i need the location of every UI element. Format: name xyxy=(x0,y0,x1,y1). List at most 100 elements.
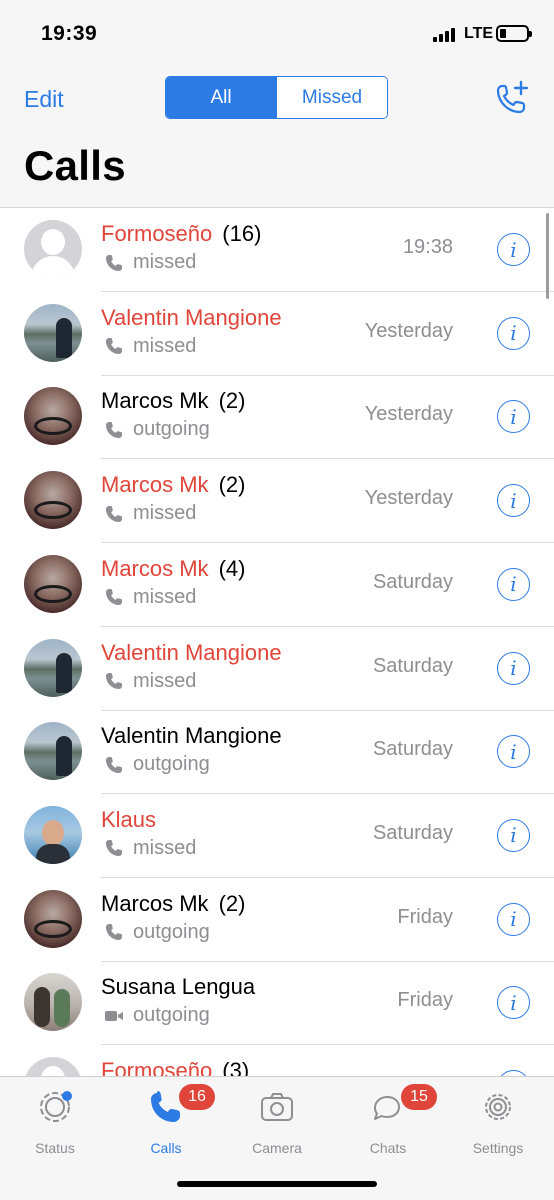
avatar[interactable] xyxy=(24,303,82,362)
phone-call-icon xyxy=(104,504,124,524)
segment-missed[interactable]: Missed xyxy=(276,77,387,118)
info-icon[interactable]: i xyxy=(497,233,530,266)
contact-name: Formoseño xyxy=(101,1058,213,1076)
video-call-icon xyxy=(104,1006,124,1026)
tab-label: Camera xyxy=(252,1140,302,1156)
home-indicator[interactable] xyxy=(177,1181,377,1187)
call-count: (2) xyxy=(218,472,246,498)
call-direction: outgoing xyxy=(133,1004,210,1027)
tab-label: Settings xyxy=(472,1140,524,1156)
call-type-line: missed xyxy=(104,335,196,358)
tab-chats[interactable]: 15 Chats xyxy=(343,1084,437,1156)
info-icon[interactable]: i xyxy=(497,400,530,434)
tab-label: Chats xyxy=(369,1140,407,1156)
call-direction: outgoing xyxy=(133,418,210,441)
info-icon[interactable]: i xyxy=(497,651,530,685)
tab-calls[interactable]: 16 Calls xyxy=(121,1084,215,1156)
call-direction: missed xyxy=(133,836,197,859)
signal-icon xyxy=(433,26,459,42)
tab-label: Calls xyxy=(150,1140,182,1156)
call-count: (2) xyxy=(218,890,246,916)
info-icon[interactable]: i xyxy=(497,567,530,601)
segment-all[interactable]: All xyxy=(166,77,276,118)
info-icon[interactable]: i xyxy=(497,818,530,852)
call-direction: missed xyxy=(133,669,197,692)
contact-name: Formoseño xyxy=(101,221,213,246)
network-label: LTE xyxy=(464,25,494,42)
tab-camera[interactable]: Camera xyxy=(232,1085,322,1156)
avatar[interactable] xyxy=(24,805,82,864)
contact-name-line: Klaus xyxy=(101,807,156,833)
avatar[interactable] xyxy=(24,889,82,948)
contact-name-line: Valentin Mangione xyxy=(101,723,282,749)
call-row[interactable]: Valentin Mangione missed Saturday i xyxy=(0,627,554,711)
call-type-line: missed xyxy=(104,837,196,860)
calls-list: Formoseño (16) missed 19:38 i Valentin Mangio… xyxy=(0,208,554,1076)
contact-name: Valentin Mangione xyxy=(101,639,282,665)
scroll-indicator[interactable] xyxy=(546,213,549,299)
avatar[interactable] xyxy=(24,722,82,781)
call-direction: missed xyxy=(133,334,197,357)
phone-call-icon xyxy=(104,755,124,775)
info-icon[interactable]: i xyxy=(497,735,530,769)
contact-name: Marcos Mk xyxy=(101,388,209,414)
info-icon[interactable]: i xyxy=(497,986,530,1020)
contact-name-line: Formoseño (16) xyxy=(101,221,261,247)
call-row[interactable]: Valentin Mangione missed Yesterday i xyxy=(0,292,554,376)
avatar[interactable] xyxy=(24,638,82,697)
call-type-line: missed xyxy=(104,586,196,609)
phone-call-icon xyxy=(104,420,124,440)
contact-name: Marcos Mk xyxy=(101,472,209,498)
call-row[interactable]: Valentin Mangione outgoing Saturday i xyxy=(0,710,554,795)
status-icon xyxy=(40,1091,72,1122)
info-icon[interactable]: i xyxy=(497,902,530,936)
call-time: 19:38 xyxy=(402,236,453,258)
call-row[interactable]: Marcos Mk (2) missed Yesterday i xyxy=(0,459,554,544)
calls-badge: 16 xyxy=(179,1084,215,1110)
avatar[interactable] xyxy=(24,220,82,278)
phone-call-icon xyxy=(104,587,124,607)
call-row[interactable]: Klaus missed Saturday i xyxy=(0,794,554,878)
contact-name: Valentin Mangione xyxy=(101,723,282,749)
new-call-button[interactable] xyxy=(494,80,530,116)
call-type-line: outgoing xyxy=(104,418,210,441)
contact-name: Valentin Mangione xyxy=(101,304,282,330)
avatar[interactable] xyxy=(24,1057,82,1076)
call-direction: outgoing xyxy=(133,753,210,776)
call-row[interactable]: Formoseño (16) missed 19:38 i xyxy=(0,208,554,292)
avatar[interactable] xyxy=(24,387,82,446)
call-count: (3) xyxy=(222,1058,250,1076)
info-icon[interactable]: i xyxy=(497,316,530,350)
battery-icon xyxy=(496,25,532,42)
contact-name-line: Valentin Mangione xyxy=(101,305,282,331)
call-row[interactable]: Susana Lengua outgoing Friday i xyxy=(0,961,554,1046)
call-type-line: missed xyxy=(104,670,196,693)
call-row[interactable]: Formoseño(3)missedi xyxy=(0,1045,554,1076)
call-count: (16) xyxy=(222,221,262,246)
contact-name-line: Marcos Mk (4) xyxy=(101,556,245,582)
edit-button[interactable]: Edit xyxy=(24,86,64,113)
info-icon[interactable]: i xyxy=(497,484,530,518)
avatar[interactable] xyxy=(24,973,82,1032)
contact-name: Marcos Mk xyxy=(101,890,209,916)
avatar[interactable] xyxy=(24,554,82,613)
call-type-line: missed xyxy=(104,502,196,525)
tab-settings[interactable]: Settings xyxy=(453,1085,543,1156)
contact-name-line: Marcos Mk (2) xyxy=(101,388,245,414)
phone-call-icon xyxy=(104,253,124,273)
call-type-line: outgoing xyxy=(104,921,210,944)
call-row[interactable]: Marcos Mk (2) outgoing Yesterday i xyxy=(0,375,554,460)
avatar[interactable] xyxy=(24,471,82,530)
call-direction: missed xyxy=(133,502,197,525)
call-type-line: outgoing xyxy=(104,753,210,776)
call-direction: missed xyxy=(133,585,197,608)
call-row[interactable]: Marcos Mk (4) missed Saturday i xyxy=(0,543,554,627)
call-time: Saturday xyxy=(372,821,453,844)
call-time: Saturday xyxy=(372,654,453,677)
call-time: Yesterday xyxy=(364,319,453,342)
tab-status[interactable]: Status xyxy=(10,1085,100,1156)
contact-name: Klaus xyxy=(101,806,157,832)
call-count: (4) xyxy=(218,555,246,581)
call-type-line: outgoing xyxy=(104,1004,210,1027)
call-row[interactable]: Marcos Mk (2) outgoing Friday i xyxy=(0,878,554,962)
